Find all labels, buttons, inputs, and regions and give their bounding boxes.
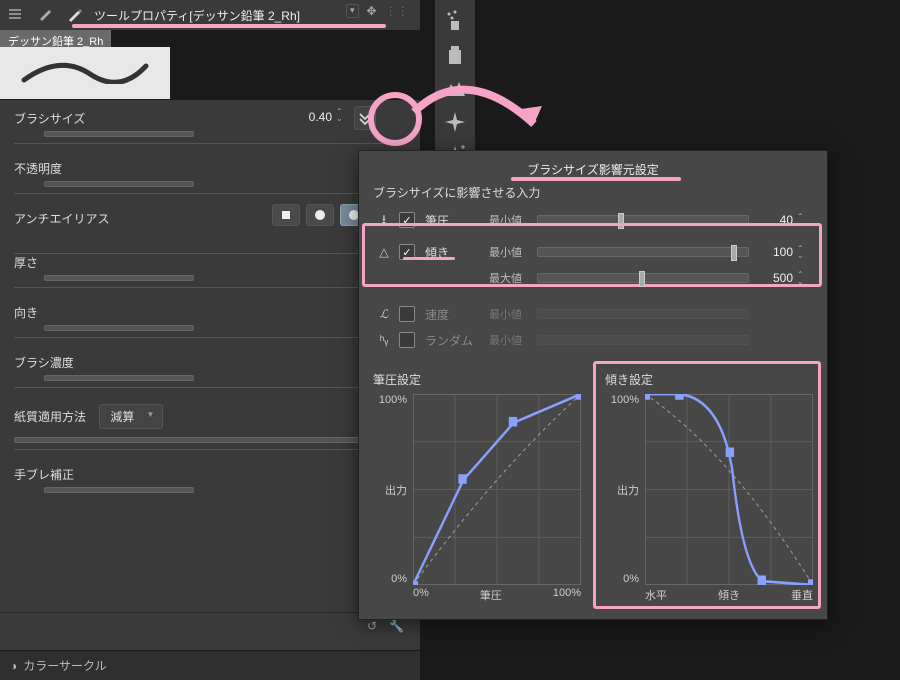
hamburger-icon[interactable] xyxy=(0,6,30,25)
popup-title: ブラシサイズ影響元設定 xyxy=(373,161,813,178)
prop-density: ブラシ濃度 xyxy=(14,354,406,388)
prop-stabilize: 手ブレ補正 xyxy=(14,466,406,493)
gp-y0: 0% xyxy=(373,573,407,585)
color-circle-label: カラーサークル xyxy=(23,657,106,674)
antialias-options xyxy=(272,204,368,226)
random-checkbox[interactable] xyxy=(399,332,415,348)
annotation-underline-title xyxy=(72,24,386,28)
gp-y100: 100% xyxy=(373,394,407,406)
speed-checkbox[interactable] xyxy=(399,306,415,322)
paper-method-dropdown[interactable]: 減算 xyxy=(99,404,163,429)
annotation-arrow xyxy=(406,72,556,162)
random-min-label: 最小値 xyxy=(489,332,533,348)
prop-antialias: アンチエイリアス xyxy=(14,210,406,238)
gp-ylab: 出力 xyxy=(373,482,407,498)
grip-icon[interactable]: ⋮⋮ xyxy=(385,4,409,18)
paper-method-slider[interactable] xyxy=(14,437,406,443)
gp-x1: 100% xyxy=(553,587,581,605)
prop-thickness: 厚さ xyxy=(14,254,406,288)
prop-opacity: 不透明度 xyxy=(14,160,406,194)
annotation-underline-popup-title xyxy=(511,177,681,181)
brush-size-slider[interactable] xyxy=(44,131,194,137)
stabilize-label: 手ブレ補正 xyxy=(14,466,406,483)
brush-stroke-icon xyxy=(20,60,150,84)
input-row-random: ʰᵧ ランダム 最小値 xyxy=(373,327,813,353)
brush-size-dynamics-popup: ブラシサイズ影響元設定 ブラシサイズに影響させる入力 ⭳ ✓ 筆圧 最小値 40… xyxy=(358,150,828,620)
bottle-icon[interactable] xyxy=(443,42,467,66)
spray-icon[interactable] xyxy=(443,8,467,32)
density-label: ブラシ濃度 xyxy=(14,354,406,371)
direction-label: 向き xyxy=(14,304,406,321)
random-icon: ʰᵧ xyxy=(373,333,395,347)
random-name: ランダム xyxy=(425,332,485,349)
annotation-box-tilt-graph xyxy=(593,361,821,609)
direction-slider[interactable] xyxy=(44,325,194,331)
thickness-label: 厚さ xyxy=(14,254,406,271)
panel-footer-tools: ↺ 🔧 xyxy=(0,612,420,638)
prop-direction: 向き xyxy=(14,304,406,338)
wrench-icon[interactable]: 🔧 xyxy=(389,619,404,633)
graph-pressure: 筆圧設定 100% 出力 0% xyxy=(373,371,581,605)
pencil-icon[interactable] xyxy=(60,6,90,25)
antialias-option-weak[interactable] xyxy=(306,204,334,226)
speed-icon: ℒ xyxy=(373,307,395,321)
gp-xlab: 筆圧 xyxy=(480,587,502,605)
gear-icon[interactable]: ✥ xyxy=(367,4,377,18)
graph-pressure-plot[interactable] xyxy=(413,394,581,585)
reset-icon[interactable]: ↺ xyxy=(367,619,377,633)
tilt-min-slider[interactable] xyxy=(537,247,749,257)
gp-x0: 0% xyxy=(413,587,429,605)
header-right-icons: ▾ ✥ ⋮⋮ xyxy=(346,4,409,18)
popup-subtitle: ブラシサイズに影響させる入力 xyxy=(373,184,813,201)
speed-min-label: 最小値 xyxy=(489,306,533,322)
opacity-slider[interactable] xyxy=(44,181,194,187)
antialias-option-none[interactable] xyxy=(272,204,300,226)
stabilize-slider[interactable] xyxy=(44,487,194,493)
random-min-slider xyxy=(537,335,749,345)
paper-method-label: 紙質適用方法 xyxy=(14,410,86,424)
speed-name: 速度 xyxy=(425,306,485,323)
opacity-label: 不透明度 xyxy=(14,160,406,177)
speed-min-slider xyxy=(537,309,749,319)
prop-paper-method: 紙質適用方法 減算 xyxy=(14,404,406,450)
brush-size-value[interactable]: 0.40 xyxy=(309,110,332,124)
tool-properties-panel: ブラシサイズ 0.40 ⌃⌄ 不透明度 アンチエイリアス 厚さ 向き ブラシ濃度 xyxy=(0,100,420,680)
density-slider[interactable] xyxy=(44,375,194,381)
annotation-underline-tilt xyxy=(403,257,455,260)
thickness-slider[interactable] xyxy=(44,275,194,281)
dropdown-small-icon[interactable]: ▾ xyxy=(346,4,359,18)
graph-pressure-title: 筆圧設定 xyxy=(373,371,581,388)
prop-brush-size: ブラシサイズ 0.40 ⌃⌄ xyxy=(14,110,406,144)
color-circle-icon: ◑ xyxy=(10,659,17,673)
tilt-max-slider[interactable] xyxy=(537,273,749,283)
panel-title: ツールプロパティ[デッサン鉛筆 2_Rh] xyxy=(90,7,300,24)
color-circle-tab[interactable]: ◑ カラーサークル xyxy=(0,650,420,680)
brush-size-stepper[interactable]: ⌃⌄ xyxy=(336,108,350,122)
brush-icon[interactable] xyxy=(30,6,60,25)
input-row-speed: ℒ 速度 最小値 xyxy=(373,301,813,327)
